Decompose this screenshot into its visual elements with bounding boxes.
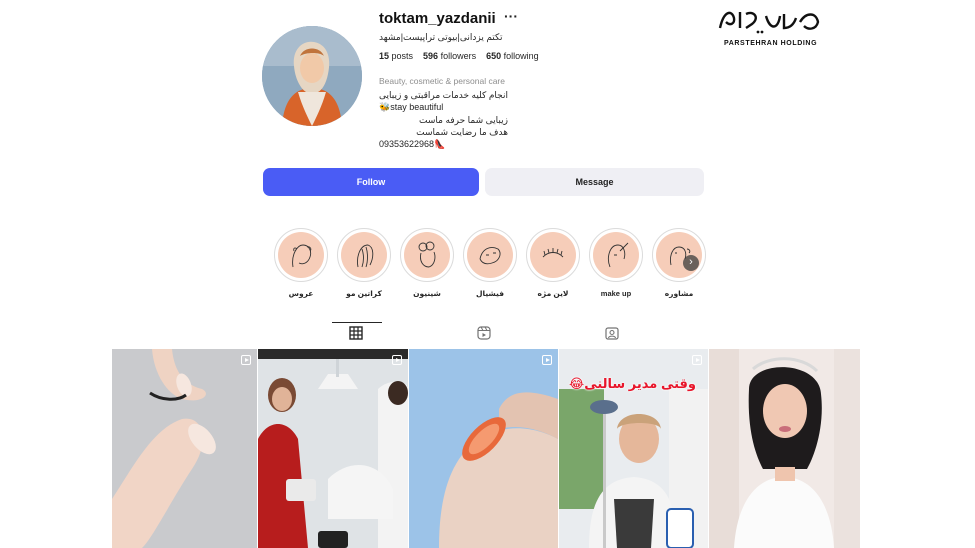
hair-line-icon: [357, 244, 374, 268]
followers-stat[interactable]: 596 followers: [423, 51, 476, 61]
highlight-ring: [526, 228, 580, 282]
profile-username: toktam_yazdanii: [379, 10, 496, 27]
posts-stat[interactable]: 15 posts: [379, 51, 413, 61]
highlight-label: عروس: [288, 289, 314, 298]
tagged-icon[interactable]: [605, 326, 619, 340]
post-thumbnail: [112, 349, 257, 548]
posts-label: posts: [391, 51, 414, 61]
grid-post[interactable]: [409, 349, 558, 548]
grid-post[interactable]: [709, 349, 860, 548]
posts-count: 15: [379, 51, 390, 61]
profile-category: Beauty, cosmetic & personal care: [379, 76, 505, 86]
highlight-item[interactable]: شینیون: [400, 228, 454, 298]
more-options-icon[interactable]: ···: [504, 8, 518, 24]
followers-label: followers: [440, 51, 477, 61]
lash-line-icon: [542, 248, 564, 258]
bio-line: 🐝stay beautiful: [379, 102, 444, 113]
following-stat[interactable]: 650 following: [486, 51, 539, 61]
highlight-ring: [400, 228, 454, 282]
highlight-cover: [404, 232, 450, 278]
bio-line: انجام کلیه خدمات مراقبتی و زیبایی: [379, 90, 508, 100]
reel-badge-icon: [692, 355, 702, 365]
facial-line-icon: [479, 247, 501, 265]
highlight-item[interactable]: فیشیال: [463, 228, 517, 298]
highlight-label: make up: [600, 289, 632, 298]
parstehran-logo: PARSTEHRAN HOLDING: [712, 4, 824, 48]
highlight-label: مشاوره: [664, 289, 694, 298]
message-button[interactable]: Message: [485, 168, 704, 196]
bio-line: هدف ما رضایت شماست: [416, 126, 508, 137]
chevron-right-icon[interactable]: ›: [683, 255, 699, 271]
avatar-photo: [262, 26, 362, 126]
highlight-ring: [274, 228, 328, 282]
post-overlay-caption: وقتی مدیر سالنی😂: [569, 376, 696, 391]
highlight-cover: [656, 232, 702, 278]
highlight-cover: [530, 232, 576, 278]
highlight-ring: [589, 228, 643, 282]
highlight-label: کراتین مو: [346, 289, 382, 298]
profile-full-name: تکتم یزدانی|بیوتی تراپیست|مشهد: [379, 32, 503, 42]
makeup-line-icon: [607, 242, 629, 268]
post-thumbnail: [709, 349, 860, 548]
follow-button[interactable]: Follow: [263, 168, 479, 196]
reels-icon[interactable]: [477, 326, 491, 340]
grid-icon[interactable]: [349, 326, 363, 340]
profile-stats: 15 posts 596 followers 650 following: [379, 51, 539, 61]
parstehran-logo-mark: [718, 11, 820, 34]
bride-line-icon: [292, 244, 312, 268]
following-count: 650: [486, 51, 502, 61]
updo-line-icon: [418, 241, 436, 268]
grid-post[interactable]: [112, 349, 257, 548]
post-thumbnail: [409, 349, 558, 548]
highlight-label: لاین مژه: [537, 289, 569, 298]
highlight-label: شینیون: [413, 289, 441, 298]
grid-post[interactable]: وقتی مدیر سالنی😂: [559, 349, 708, 548]
highlight-label: فیشیال: [476, 289, 504, 298]
bio-line: زیبایی شما حرفه ماست: [419, 114, 508, 125]
profile-avatar[interactable]: [262, 26, 362, 126]
post-thumbnail: [258, 349, 408, 548]
highlight-ring: [337, 228, 391, 282]
highlight-ring: [652, 228, 706, 282]
highlight-cover: [467, 232, 513, 278]
profile-bio: انجام کلیه خدمات مراقبتی و زیبایی 🐝stay …: [379, 89, 508, 150]
reel-badge-icon: [241, 355, 251, 365]
grid-post[interactable]: [258, 349, 408, 548]
highlight-item[interactable]: make up: [589, 228, 643, 298]
highlight-item[interactable]: لاین مژه: [526, 228, 580, 298]
active-tab-indicator: [332, 322, 382, 323]
followers-count: 596: [423, 51, 439, 61]
highlight-cover: [341, 232, 387, 278]
highlight-cover: [278, 232, 324, 278]
logo-subtitle: PARSTEHRAN HOLDING: [724, 40, 818, 47]
reel-badge-icon: [542, 355, 552, 365]
highlight-ring: [463, 228, 517, 282]
highlight-cover: [593, 232, 639, 278]
following-label: following: [503, 51, 539, 61]
reel-badge-icon: [392, 355, 402, 365]
highlight-item[interactable]: عروس: [274, 228, 328, 298]
highlight-item[interactable]: کراتین مو: [337, 228, 391, 298]
bio-phone: 09353622968👠: [379, 139, 446, 150]
